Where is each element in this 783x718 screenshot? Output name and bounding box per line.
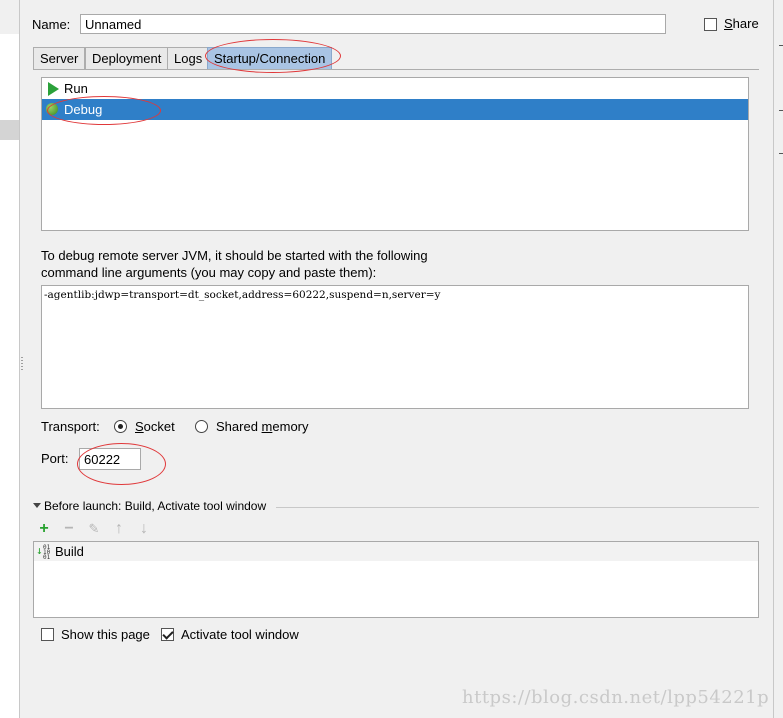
startup-mode-list: Run Debug <box>41 77 749 231</box>
right-edge-panel <box>773 0 783 718</box>
transport-label: Transport: <box>41 419 100 434</box>
tab-deployment[interactable]: Deployment <box>85 47 169 69</box>
before-launch-task-list: ↓ 01 10 01 Build <box>33 541 759 618</box>
port-field[interactable] <box>79 448 141 470</box>
edge-tick <box>779 153 783 154</box>
hint-line-2: command line arguments (you may copy and… <box>41 265 377 280</box>
tab-startup-connection[interactable]: Startup/Connection <box>207 47 333 69</box>
activate-tool-window-checkbox[interactable] <box>161 628 174 641</box>
add-icon[interactable]: + <box>37 521 51 537</box>
tab-logs[interactable]: Logs <box>167 47 210 69</box>
name-label: Name: <box>32 17 71 32</box>
shared-memory-label[interactable]: Shared memory <box>216 419 309 434</box>
tab-pane-border <box>33 69 759 70</box>
port-label: Port: <box>41 451 69 466</box>
show-page-label[interactable]: Show this page <box>61 627 150 642</box>
activate-tool-window-label[interactable]: Activate tool window <box>181 627 299 642</box>
config-tree-panel <box>0 0 20 718</box>
run-label: Run <box>64 81 88 96</box>
remove-icon[interactable]: − <box>62 521 76 537</box>
move-down-icon[interactable]: ↓ <box>137 521 151 537</box>
socket-label[interactable]: Socket <box>135 419 175 434</box>
share-label-rest: hare <box>732 16 759 31</box>
edge-tick <box>779 45 783 46</box>
share-label[interactable]: Share <box>724 16 759 31</box>
debug-label: Debug <box>64 102 103 117</box>
build-label: Build <box>55 544 84 559</box>
list-item-debug[interactable]: Debug <box>42 99 748 120</box>
jvm-args-textarea[interactable]: -agentlib:jdwp=transport=dt_socket,addre… <box>41 285 749 409</box>
shared-memory-radio[interactable] <box>195 420 208 433</box>
shared-memory-label-a: Shared <box>216 419 262 434</box>
task-item-build[interactable]: ↓ 01 10 01 Build <box>34 542 758 561</box>
debug-hint: To debug remote server JVM, it should be… <box>41 247 428 281</box>
collapse-arrow-icon[interactable] <box>33 503 41 508</box>
run-icon <box>48 82 59 96</box>
socket-radio[interactable] <box>114 420 127 433</box>
separator <box>276 507 759 508</box>
edge-tick <box>779 110 783 111</box>
socket-label-rest: ocket <box>143 419 175 434</box>
show-page-checkbox[interactable] <box>41 628 54 641</box>
splitter-grip[interactable] <box>20 356 24 370</box>
debug-icon <box>46 103 58 115</box>
config-tree-selected-row[interactable] <box>0 120 19 140</box>
before-launch-title: Before launch: Build, Activate tool wind… <box>44 499 267 513</box>
list-item-run[interactable]: Run <box>42 78 748 99</box>
edit-icon[interactable]: ✎ <box>87 522 101 536</box>
move-up-icon[interactable]: ↑ <box>112 521 126 537</box>
tab-server[interactable]: Server <box>33 47 86 69</box>
watermark: https://blog.csdn.net/lpp54221p <box>462 687 770 708</box>
build-icon: ↓ 01 10 01 <box>36 544 51 561</box>
name-field[interactable] <box>80 14 666 34</box>
shared-memory-label-b: emory <box>272 419 309 434</box>
hint-line-1: To debug remote server JVM, it should be… <box>41 248 428 263</box>
share-checkbox[interactable] <box>704 18 717 31</box>
